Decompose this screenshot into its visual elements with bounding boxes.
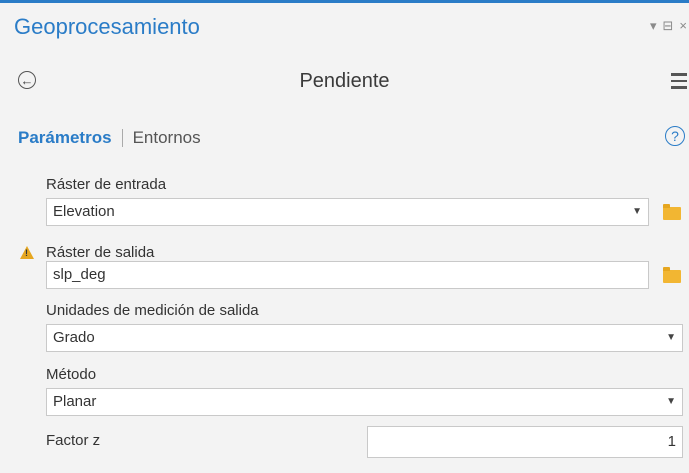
output-raster-input[interactable]: slp_deg [46, 261, 649, 289]
output-units-value: Grado [53, 329, 95, 346]
pane-options-dropdown-icon[interactable]: ▾ [650, 18, 657, 34]
output-raster-value: slp_deg [53, 266, 106, 283]
output-raster-browse-folder-icon[interactable] [663, 267, 681, 283]
chevron-down-icon: ▼ [632, 206, 642, 217]
input-raster-browse-folder-icon[interactable] [663, 204, 681, 220]
pane-title: Geoprocesamiento [14, 14, 200, 39]
output-raster-label: Ráster de salida [46, 244, 155, 261]
tab-entornos[interactable]: Entornos [133, 128, 201, 148]
chevron-down-icon: ▼ [666, 332, 676, 343]
z-factor-input[interactable]: 1 [367, 426, 683, 458]
pane-pin-icon[interactable]: ⊟ [663, 18, 674, 34]
warning-icon: ! [20, 246, 34, 259]
help-icon[interactable]: ? [665, 126, 685, 146]
tool-title: Pendiente [299, 70, 390, 92]
input-raster-label: Ráster de entrada [46, 176, 167, 193]
input-raster-value: Elevation [53, 203, 115, 220]
input-raster-dropdown[interactable]: Elevation ▼ [46, 198, 649, 226]
output-units-dropdown[interactable]: Grado ▼ [46, 324, 683, 352]
tab-divider [121, 129, 123, 147]
hamburger-menu-icon[interactable] [671, 73, 687, 89]
pane-close-icon[interactable]: × [679, 18, 687, 34]
z-factor-label: Factor z [46, 432, 101, 449]
method-value: Planar [53, 393, 97, 410]
method-dropdown[interactable]: Planar ▼ [46, 388, 683, 416]
method-label: Método [46, 366, 97, 383]
chevron-down-icon: ▼ [666, 396, 676, 407]
tab-parametros[interactable]: Parámetros [18, 128, 112, 148]
pane-controls: ▾ ⊟ × [650, 18, 687, 34]
output-units-label: Unidades de medición de salida [46, 302, 259, 319]
tab-bar: Parámetros Entornos [18, 128, 201, 148]
pane-top-accent-line [0, 0, 689, 3]
